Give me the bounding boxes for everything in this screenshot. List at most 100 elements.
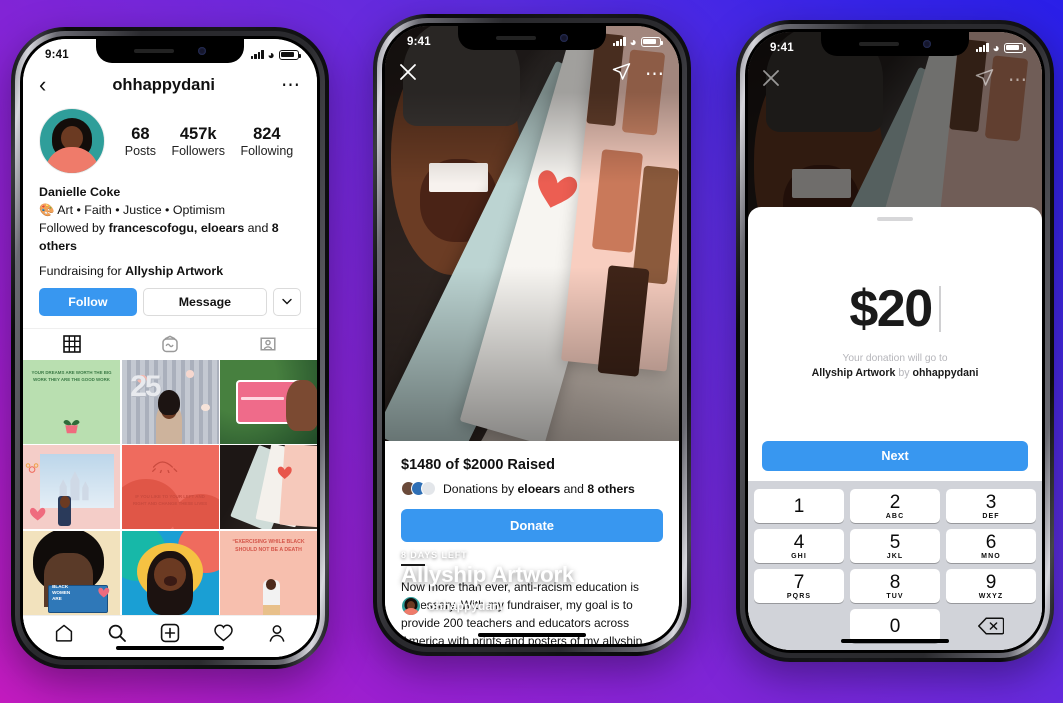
- table-row[interactable]: 25: [121, 359, 219, 444]
- keypad-row: 1 2 ABC 3 DEF: [751, 486, 1039, 526]
- keypad-row: 4 GHI 5 JKL 6 MNO: [751, 526, 1039, 566]
- donate-button[interactable]: Donate: [401, 509, 663, 542]
- key-1[interactable]: 1: [754, 489, 844, 523]
- phone-fundraiser: 9:41 ◕ ⋯ 8 DAYS LEFT Allyship Artwork oh…: [373, 14, 691, 656]
- profile-tagline: 🎨 Art • Faith • Justice • Optimism: [39, 202, 301, 220]
- send-paper-plane-icon[interactable]: [975, 68, 994, 92]
- table-row[interactable]: [220, 445, 317, 530]
- wifi-icon: ◕: [629, 34, 637, 49]
- phone-bezel: 9:41 ◕ ‹ ohhappydani ⋯ 68 Posts 457k Fol…: [20, 36, 320, 660]
- cellular-signal-icon: [612, 37, 626, 46]
- profile-icon[interactable]: [267, 623, 287, 648]
- sidebar-item-grid[interactable]: [23, 329, 121, 360]
- key-9[interactable]: 9 WXYZ: [946, 569, 1036, 603]
- avatar[interactable]: [39, 108, 105, 174]
- stat-posts-number: 68: [131, 124, 150, 143]
- stat-posts[interactable]: 68 Posts: [125, 124, 156, 159]
- key-blank: [754, 609, 844, 643]
- key-5[interactable]: 5 JKL: [850, 529, 940, 563]
- key-3[interactable]: 3 DEF: [946, 489, 1036, 523]
- key-4[interactable]: 4 GHI: [754, 529, 844, 563]
- more-options-icon[interactable]: ⋯: [645, 65, 665, 84]
- donor-others[interactable]: 8 others: [587, 482, 634, 496]
- add-post-icon[interactable]: [160, 623, 180, 648]
- heart-activity-icon[interactable]: [213, 623, 234, 648]
- phone-donation: 9:41 ◕ ⋯ $20 Your donation will go to Al…: [736, 20, 1054, 662]
- back-chevron-icon[interactable]: ‹: [39, 74, 46, 96]
- profile-username: ohhappydani: [112, 75, 215, 94]
- sidebar-item-tagged[interactable]: [219, 329, 317, 360]
- stat-followers[interactable]: 457k Followers: [171, 124, 225, 159]
- home-icon[interactable]: [54, 623, 74, 648]
- home-indicator: [841, 638, 949, 643]
- key-7[interactable]: 7 PQRS: [754, 569, 844, 603]
- table-row[interactable]: IF YOU LIKE TO YOUR LEFT AND RIGHT AND C…: [121, 445, 219, 530]
- post-caption: YOUR DREAMS ARE WORTH THE BIG WORK THEY …: [31, 370, 112, 382]
- stat-following-number: 824: [253, 124, 281, 143]
- close-x-icon[interactable]: [399, 63, 417, 86]
- post-caption: IF YOU LIKE TO YOUR LEFT AND RIGHT AND C…: [132, 494, 208, 506]
- home-indicator: [478, 632, 586, 637]
- destination-username: ohhappydani: [912, 367, 979, 379]
- cellular-signal-icon: [975, 43, 989, 52]
- close-x-icon[interactable]: [762, 69, 780, 92]
- delete-icon[interactable]: [946, 609, 1036, 643]
- donation-amount-display: $20: [849, 279, 941, 339]
- bottom-navigation: [23, 615, 317, 657]
- stat-following[interactable]: 824 Following: [240, 124, 293, 159]
- amount-raised: $1480 of $2000 Raised: [401, 457, 555, 473]
- key-8[interactable]: 8 TUV: [850, 569, 940, 603]
- phone-bezel: 9:41 ◕ ⋯ 8 DAYS LEFT Allyship Artwork oh…: [382, 23, 682, 647]
- follow-button[interactable]: Follow: [39, 287, 137, 316]
- profile-display-name: Danielle Coke: [39, 185, 121, 199]
- donor-name[interactable]: eloears: [518, 482, 561, 496]
- table-row[interactable]: BLACK WOMEN ARE: [23, 530, 120, 615]
- screen-donation: 9:41 ◕ ⋯ $20 Your donation will go to Al…: [748, 32, 1042, 650]
- donation-amount-value: $20: [849, 280, 933, 338]
- creator-username: ohhappydani: [428, 599, 503, 613]
- search-icon[interactable]: [107, 623, 127, 648]
- notch: [821, 32, 969, 56]
- table-row[interactable]: “EXERCISING WHILE BLACK SHOULD NOT BE A …: [220, 530, 317, 615]
- donation-destination-label: Your donation will go to: [842, 353, 948, 364]
- followed-by-names[interactable]: francescofogu, eloears: [109, 221, 245, 235]
- story-top-bar: ⋯: [385, 57, 679, 91]
- message-button[interactable]: Message: [142, 287, 267, 316]
- table-row[interactable]: [23, 445, 120, 530]
- grid-icon: [63, 335, 81, 354]
- profile-post-grid: YOUR DREAMS ARE WORTH THE BIG WORK THEY …: [23, 359, 317, 615]
- key-6[interactable]: 6 MNO: [946, 529, 1036, 563]
- status-time: 9:41: [45, 48, 69, 61]
- next-button[interactable]: Next: [762, 441, 1028, 471]
- more-options-icon[interactable]: ⋯: [281, 76, 301, 95]
- amount-entry-area[interactable]: $20 Your donation will go to Allyship Ar…: [748, 221, 1042, 441]
- table-row[interactable]: [121, 530, 219, 615]
- donor-avatars: [401, 481, 436, 496]
- key-2[interactable]: 2 ABC: [850, 489, 940, 523]
- home-indicator: [116, 645, 224, 650]
- suggestions-chevron-button[interactable]: [273, 287, 301, 316]
- profile-bio: Danielle Coke 🎨 Art • Faith • Justice • …: [23, 174, 317, 256]
- status-time: 9:41: [770, 41, 794, 54]
- sidebar-item-igtv[interactable]: [121, 329, 219, 360]
- send-paper-plane-icon[interactable]: [612, 62, 631, 86]
- avatar: [401, 596, 421, 616]
- donation-sheet: $20 Your donation will go to Allyship Ar…: [748, 207, 1042, 650]
- fundraising-title: Allyship Artwork: [125, 263, 224, 278]
- table-row[interactable]: [220, 359, 317, 444]
- stat-followers-label: Followers: [171, 144, 225, 159]
- numeric-keypad: 1 2 ABC 3 DEF 4 GHI 5 JKL 6 MNO 7 PQRS 8 TUV 9W…: [748, 481, 1042, 650]
- tagged-person-icon: [259, 335, 277, 353]
- stat-following-label: Following: [240, 144, 294, 159]
- donors-text: Donations by eloears and 8 others: [443, 481, 635, 496]
- battery-icon: [279, 49, 301, 60]
- destination-fundraiser: Allyship Artwork: [811, 367, 896, 379]
- table-row[interactable]: YOUR DREAMS ARE WORTH THE BIG WORK THEY …: [23, 359, 120, 444]
- fundraiser-creator[interactable]: ohhappydani: [401, 596, 663, 616]
- wifi-icon: ◕: [267, 47, 275, 62]
- stat-posts-label: Posts: [124, 144, 156, 159]
- profile-fundraising-line[interactable]: Fundraising for Allyship Artwork: [23, 256, 317, 278]
- profile-action-buttons: Follow Message: [23, 278, 317, 316]
- donors-line: Donations by eloears and 8 others: [401, 481, 663, 496]
- more-options-icon[interactable]: ⋯: [1008, 71, 1028, 90]
